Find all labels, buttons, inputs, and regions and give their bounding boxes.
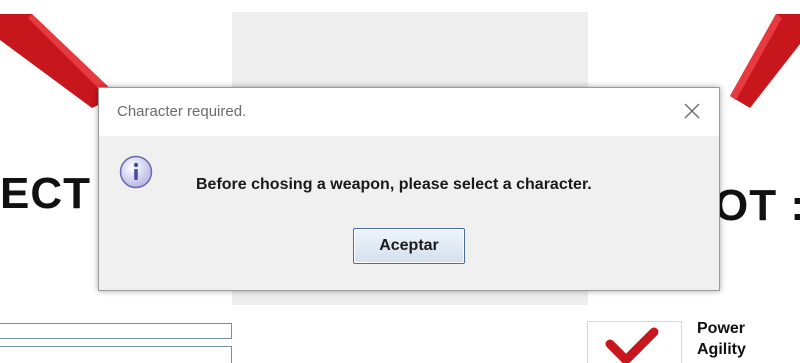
background-heading-right: OT :: [714, 181, 800, 230]
decorative-red-shape-right: [730, 0, 800, 112]
background-field[interactable]: [0, 346, 232, 363]
background-heading-left: ECT: [0, 172, 91, 216]
stat-label-power: Power: [697, 320, 746, 337]
dialog-message: Before chosing a weapon, please select a…: [196, 176, 592, 193]
dialog-body: Before chosing a weapon, please select a…: [99, 136, 719, 291]
stat-label-agility: Agility: [697, 341, 746, 358]
dialog-title: Character required.: [117, 103, 247, 120]
background-field[interactable]: [0, 323, 232, 339]
dialog-titlebar[interactable]: Character required.: [99, 88, 719, 136]
accept-button[interactable]: Aceptar: [353, 228, 465, 264]
close-icon[interactable]: [679, 98, 705, 124]
weapon-slot[interactable]: [587, 321, 682, 363]
character-required-dialog: Character required. Before chosing a wea…: [98, 87, 720, 291]
red-check-icon: [605, 327, 659, 363]
info-icon: [119, 155, 153, 189]
